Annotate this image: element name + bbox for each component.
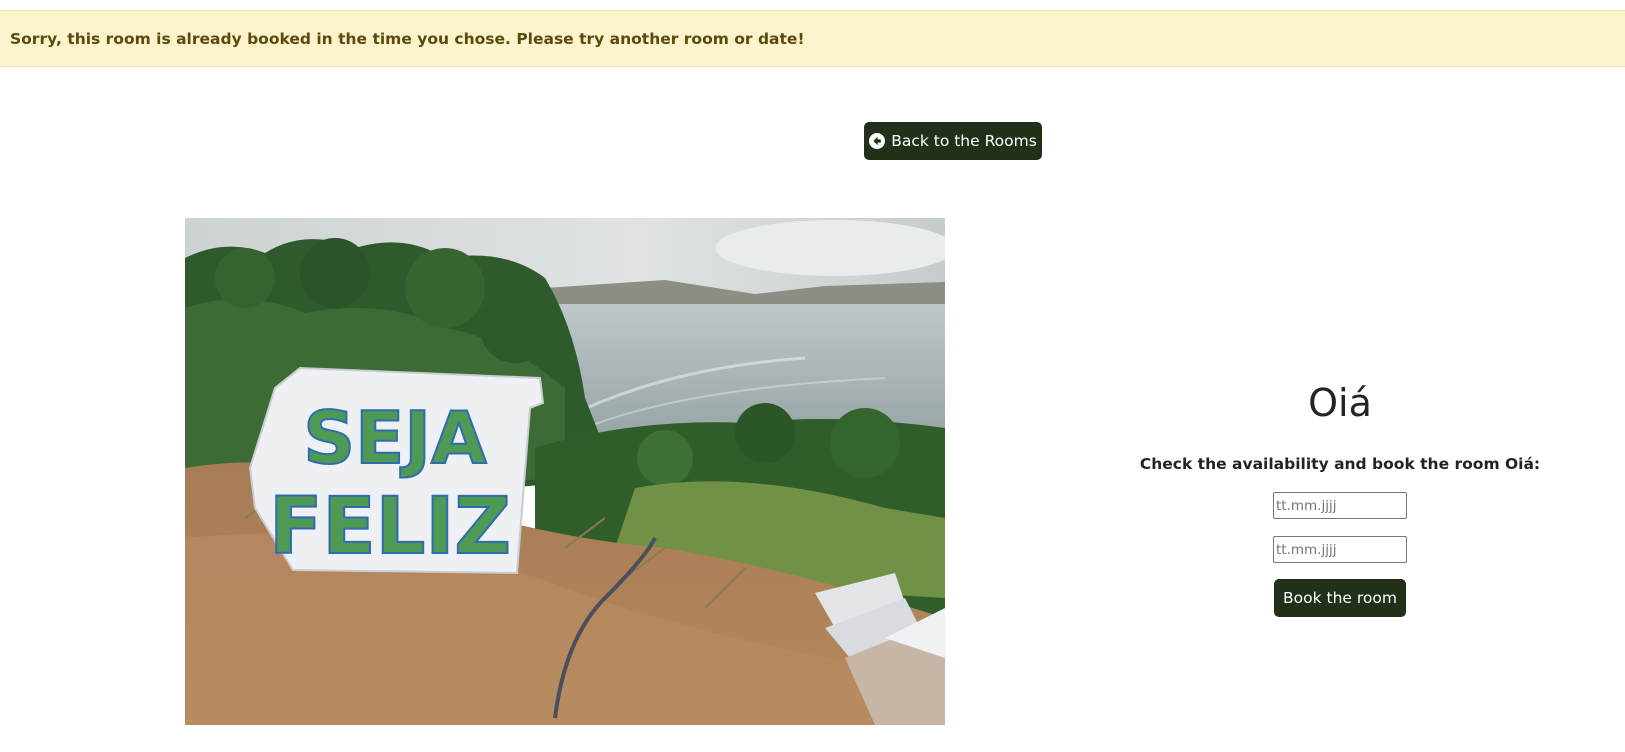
book-room-button[interactable]: Book the room — [1274, 579, 1406, 617]
back-to-rooms-button[interactable]: Back to the Rooms — [864, 122, 1042, 160]
room-title: Oiá — [1308, 381, 1372, 425]
start-date-input[interactable] — [1273, 492, 1407, 519]
booking-conflict-alert: Sorry, this room is already booked in th… — [0, 10, 1625, 67]
room-photo: SEJA FELIZ — [185, 218, 945, 725]
sign-text-line-2: FELIZ — [269, 482, 511, 572]
booking-prompt: Check the availability and book the room… — [1139, 455, 1541, 473]
back-button-label: Back to the Rooms — [891, 132, 1037, 150]
arrow-circle-left-icon — [869, 133, 886, 149]
end-date-input[interactable] — [1273, 536, 1407, 563]
booking-panel: Oiá Check the availability and book the … — [1090, 370, 1590, 617]
sign-text-line-1: SEJA — [303, 396, 487, 480]
alert-message: Sorry, this room is already booked in th… — [10, 30, 805, 48]
